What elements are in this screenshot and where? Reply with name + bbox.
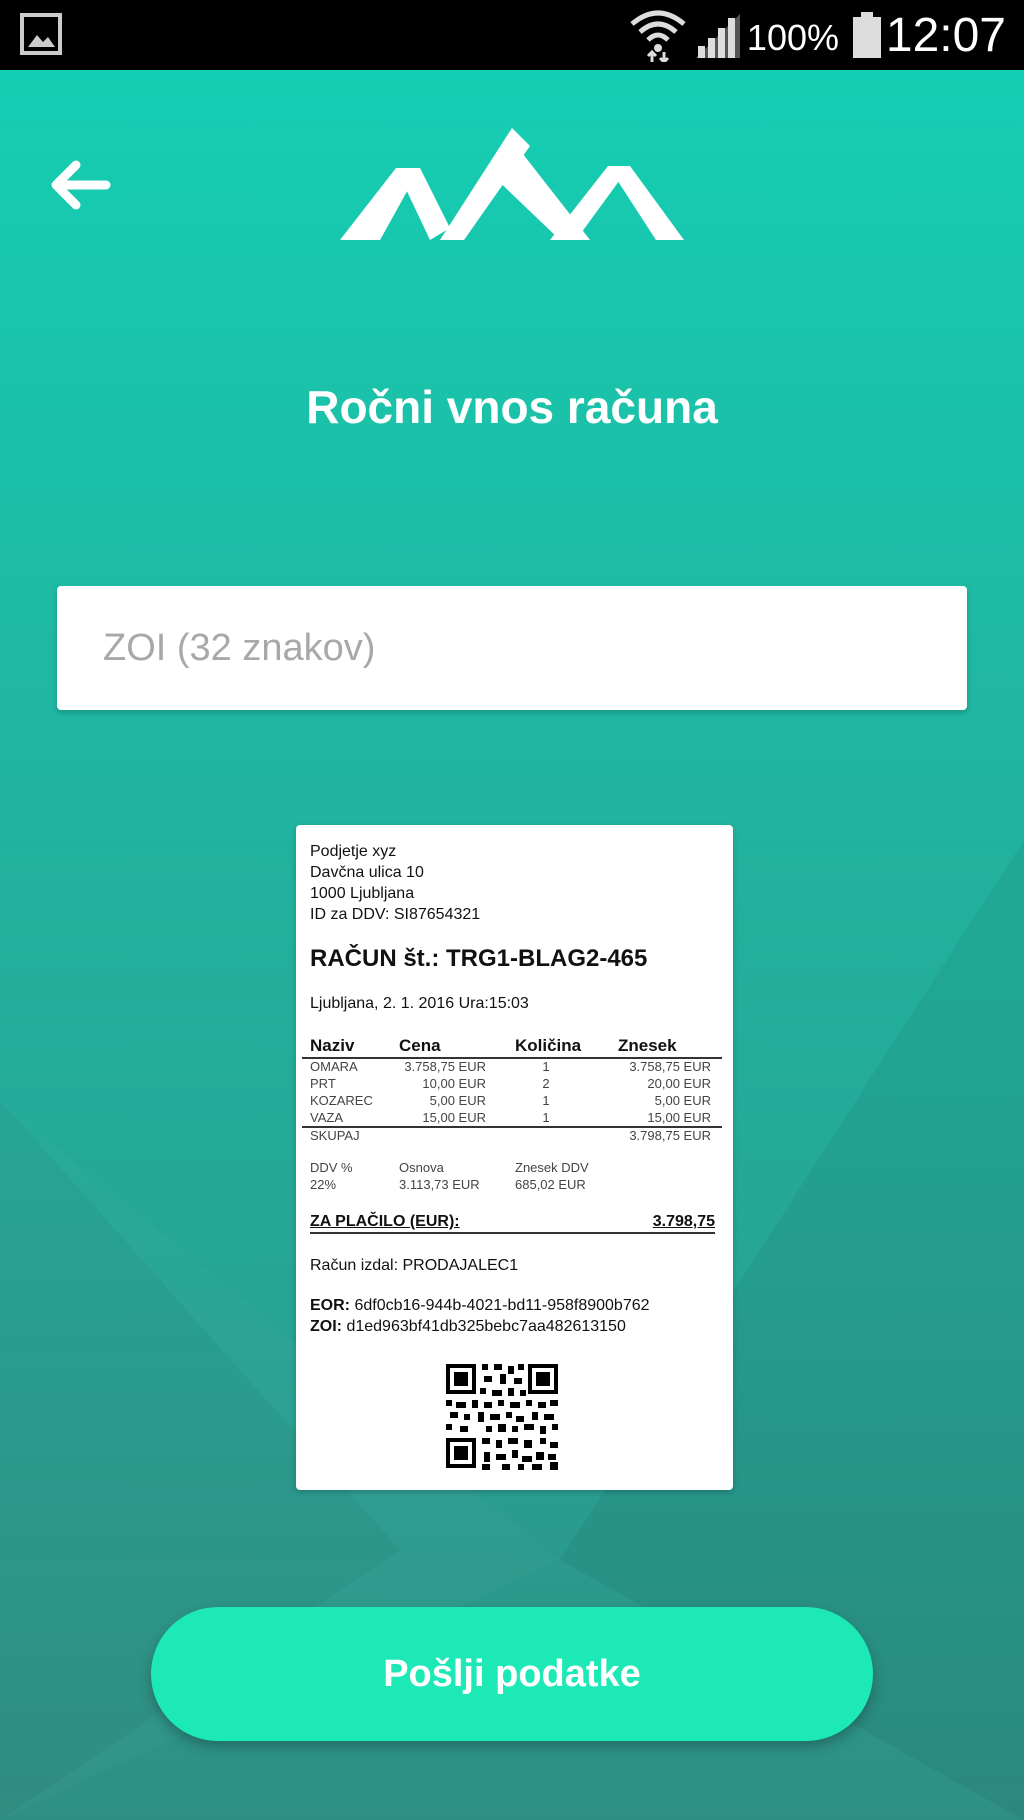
receipt-divider [310,1232,715,1234]
receipt-total-value: 3.798,75 EUR [629,1128,711,1143]
receipt-column-amount: Znesek [618,1036,677,1055]
receipt-title: RAČUN št.: TRG1-BLAG2-465 [310,945,648,972]
receipt-row-qty: 1 [542,1110,550,1125]
mountain-logo-icon [340,128,684,240]
receipt-vat-header: Znesek DDV [515,1160,589,1175]
gallery-icon [20,13,62,60]
receipt-row-name: PRT [310,1076,336,1091]
receipt-vat-id: ID za DDV: SI87654321 [310,906,481,923]
receipt-zoi: ZOI: d1ed963bf41db325bebc7aa482613150 [310,1318,626,1336]
receipt-street: Davčna ulica 10 [310,864,424,881]
receipt-date: Ljubljana, 2. 1. 2016 Ura:15:03 [310,995,529,1012]
receipt-row-amount: 20,00 EUR [647,1076,711,1091]
page-title: Ročni vnos računa [306,381,718,433]
receipt-eor-value: 6df0cb16-944b-4021-bd11-958f8900b762 [354,1297,650,1314]
receipt-vat-value: 685,02 EUR [515,1177,586,1192]
receipt-total-label: SKUPAJ [310,1128,360,1143]
receipt-vat-header: DDV % [310,1160,353,1175]
receipt-column-qty: Količina [515,1036,582,1055]
battery-icon [852,12,882,63]
receipt-pay-value: 3.798,75 [652,1213,715,1230]
receipt-row-name: VAZA [310,1110,343,1125]
receipt-vat-value: 22% [310,1177,337,1192]
receipt-zoi-label: ZOI: [310,1318,342,1335]
send-data-button[interactable]: Pošlji podatke [151,1607,873,1741]
receipt-row-price: 15,00 EUR [422,1110,486,1125]
receipt-row-amount: 3.758,75 EUR [629,1059,711,1074]
receipt-row-amount: 5,00 EUR [654,1093,711,1108]
receipt-zoi-value: d1ed963bf41db325bebc7aa482613150 [346,1318,626,1335]
receipt-row-name: KOZAREC [310,1093,373,1108]
qr-code-icon [444,1362,560,1470]
receipt-row-qty: 1 [542,1059,550,1074]
receipt-pay-label: ZA PLAČILO (EUR): [310,1213,460,1230]
receipt-vat-header: Osnova [399,1160,444,1175]
receipt-address: Podjetje xyz Davčna ulica 10 1000 Ljublj… [310,841,480,925]
receipt-eor: EOR: 6df0cb16-944b-4021-bd11-958f8900b76… [310,1297,650,1315]
status-bar: 100% 12:07 [0,0,1024,70]
receipt-column-name: Naziv [310,1036,355,1055]
receipt-eor-label: EOR: [310,1297,350,1314]
receipt-row-qty: 1 [542,1093,550,1108]
receipt-company: Podjetje xyz [310,843,397,860]
battery-percentage: 100% [746,17,839,58]
receipt-row-price: 3.758,75 EUR [404,1059,486,1074]
receipt-issuer: Račun izdal: PRODAJALEC1 [310,1257,519,1274]
receipt-row-qty: 2 [542,1076,550,1091]
wifi-icon [630,8,686,67]
receipt-row-price: 10,00 EUR [422,1076,486,1091]
back-button[interactable] [44,150,114,220]
receipt-column-price: Cena [399,1036,441,1055]
app-screen: 100% 12:07 Ročni vnos računa Po [0,0,1024,1820]
receipt-row-price: 5,00 EUR [429,1093,486,1108]
receipt-row-amount: 15,00 EUR [647,1110,711,1125]
arrow-left-icon [51,160,111,210]
app-logo [340,128,684,245]
signal-icon [694,12,742,63]
clock: 12:07 [885,9,1006,62]
receipt-row-name: OMARA [310,1059,358,1074]
receipt-vat-value: 3.113,73 EUR [399,1177,480,1192]
zoi-input[interactable] [57,586,967,710]
receipt-city: 1000 Ljubljana [310,885,415,902]
receipt-example: Podjetje xyz Davčna ulica 10 1000 Ljublj… [296,825,733,1490]
